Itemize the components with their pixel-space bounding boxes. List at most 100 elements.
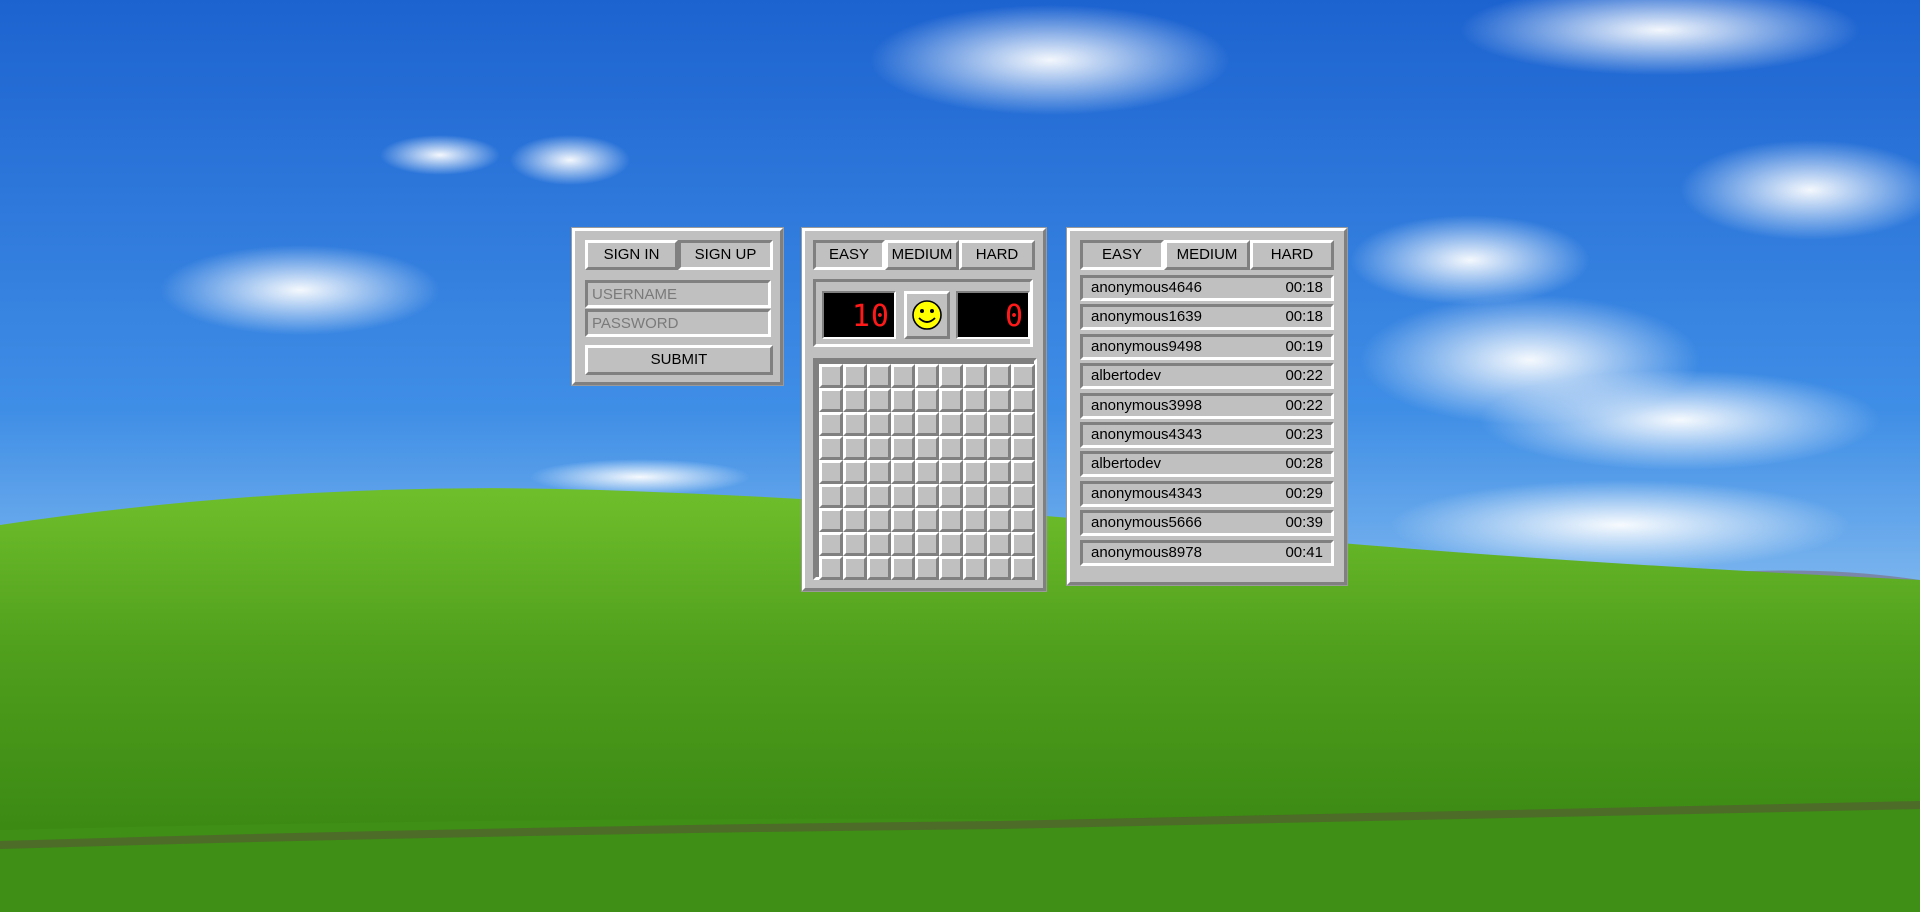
mine-cell[interactable]	[867, 532, 891, 556]
mine-cell[interactable]	[1011, 460, 1035, 484]
completion-time: 00:22	[1285, 396, 1323, 414]
smiley-face-icon[interactable]	[904, 291, 950, 339]
mine-cell[interactable]	[939, 556, 963, 580]
mine-cell[interactable]	[939, 436, 963, 460]
mine-cell[interactable]	[987, 364, 1011, 388]
mine-cell[interactable]	[1011, 532, 1035, 556]
mine-cell[interactable]	[915, 484, 939, 508]
leaderboard-tab-hard[interactable]: HARD	[1250, 240, 1334, 270]
completion-time: 00:18	[1285, 308, 1323, 326]
mine-cell[interactable]	[915, 364, 939, 388]
mine-cell[interactable]	[891, 436, 915, 460]
mine-cell[interactable]	[915, 460, 939, 484]
tab-sign-up[interactable]: SIGN UP	[678, 240, 773, 270]
mine-cell[interactable]	[963, 412, 987, 436]
tab-sign-in[interactable]: SIGN IN	[585, 240, 678, 270]
mine-cell[interactable]	[819, 412, 843, 436]
tab-medium[interactable]: MEDIUM	[885, 240, 959, 270]
leaderboard-tab-medium[interactable]: MEDIUM	[1164, 240, 1250, 270]
mine-cell[interactable]	[891, 556, 915, 580]
mine-cell[interactable]	[939, 364, 963, 388]
mine-cell[interactable]	[1011, 436, 1035, 460]
mine-counter: 10	[822, 291, 896, 339]
mine-cell[interactable]	[939, 484, 963, 508]
mine-cell[interactable]	[843, 460, 867, 484]
mine-cell[interactable]	[939, 460, 963, 484]
mine-cell[interactable]	[891, 412, 915, 436]
mine-cell[interactable]	[819, 388, 843, 412]
tab-easy[interactable]: EASY	[813, 240, 885, 270]
mine-cell[interactable]	[987, 460, 1011, 484]
mine-cell[interactable]	[1011, 412, 1035, 436]
mine-cell[interactable]	[867, 460, 891, 484]
mine-cell[interactable]	[1011, 388, 1035, 412]
mine-cell[interactable]	[915, 412, 939, 436]
mine-cell[interactable]	[987, 436, 1011, 460]
mine-cell[interactable]	[939, 412, 963, 436]
mine-cell[interactable]	[891, 508, 915, 532]
mine-cell[interactable]	[843, 388, 867, 412]
tab-hard[interactable]: HARD	[959, 240, 1035, 270]
mine-cell[interactable]	[843, 508, 867, 532]
mine-cell[interactable]	[1011, 556, 1035, 580]
mine-cell[interactable]	[987, 484, 1011, 508]
leaderboard-row: anonymous3998 00:22	[1080, 392, 1334, 419]
mine-cell[interactable]	[987, 388, 1011, 412]
mine-cell[interactable]	[867, 412, 891, 436]
mine-cell[interactable]	[1011, 508, 1035, 532]
mine-cell[interactable]	[963, 484, 987, 508]
mine-cell[interactable]	[987, 556, 1011, 580]
mine-cell[interactable]	[819, 364, 843, 388]
mine-cell[interactable]	[819, 508, 843, 532]
mine-cell[interactable]	[939, 388, 963, 412]
mine-cell[interactable]	[987, 412, 1011, 436]
mine-cell[interactable]	[987, 532, 1011, 556]
mine-cell[interactable]	[867, 364, 891, 388]
mine-cell[interactable]	[843, 364, 867, 388]
mine-cell[interactable]	[1011, 484, 1035, 508]
mine-cell[interactable]	[819, 436, 843, 460]
mine-cell[interactable]	[915, 508, 939, 532]
mine-cell[interactable]	[963, 388, 987, 412]
mine-cell[interactable]	[819, 532, 843, 556]
mine-cell[interactable]	[843, 484, 867, 508]
mine-cell[interactable]	[915, 532, 939, 556]
mine-cell[interactable]	[915, 436, 939, 460]
mine-cell[interactable]	[867, 484, 891, 508]
completion-time: 00:19	[1285, 337, 1323, 355]
mine-cell[interactable]	[819, 484, 843, 508]
mine-cell[interactable]	[891, 388, 915, 412]
leaderboard-tab-easy[interactable]: EASY	[1080, 240, 1164, 270]
mine-cell[interactable]	[819, 460, 843, 484]
mine-cell[interactable]	[819, 556, 843, 580]
mine-cell[interactable]	[963, 460, 987, 484]
mine-cell[interactable]	[867, 388, 891, 412]
mine-cell[interactable]	[843, 412, 867, 436]
mine-cell[interactable]	[987, 508, 1011, 532]
mine-cell[interactable]	[891, 460, 915, 484]
submit-button[interactable]: SUBMIT	[585, 345, 773, 375]
mine-cell[interactable]	[939, 532, 963, 556]
mine-cell[interactable]	[891, 364, 915, 388]
mine-cell[interactable]	[939, 508, 963, 532]
player-name: albertodev	[1091, 455, 1162, 473]
mine-cell[interactable]	[915, 388, 939, 412]
mine-cell[interactable]	[963, 364, 987, 388]
mine-cell[interactable]	[891, 484, 915, 508]
mine-cell[interactable]	[843, 556, 867, 580]
mine-cell[interactable]	[1011, 364, 1035, 388]
mine-cell[interactable]	[867, 556, 891, 580]
mine-cell[interactable]	[867, 508, 891, 532]
mine-cell[interactable]	[843, 436, 867, 460]
password-input[interactable]	[585, 309, 771, 337]
mine-cell[interactable]	[963, 556, 987, 580]
mine-cell[interactable]	[963, 508, 987, 532]
completion-time: 00:23	[1285, 426, 1323, 443]
mine-cell[interactable]	[843, 532, 867, 556]
mine-cell[interactable]	[915, 556, 939, 580]
mine-cell[interactable]	[963, 436, 987, 460]
mine-cell[interactable]	[891, 532, 915, 556]
mine-cell[interactable]	[867, 436, 891, 460]
mine-cell[interactable]	[963, 532, 987, 556]
username-input[interactable]	[585, 280, 771, 308]
